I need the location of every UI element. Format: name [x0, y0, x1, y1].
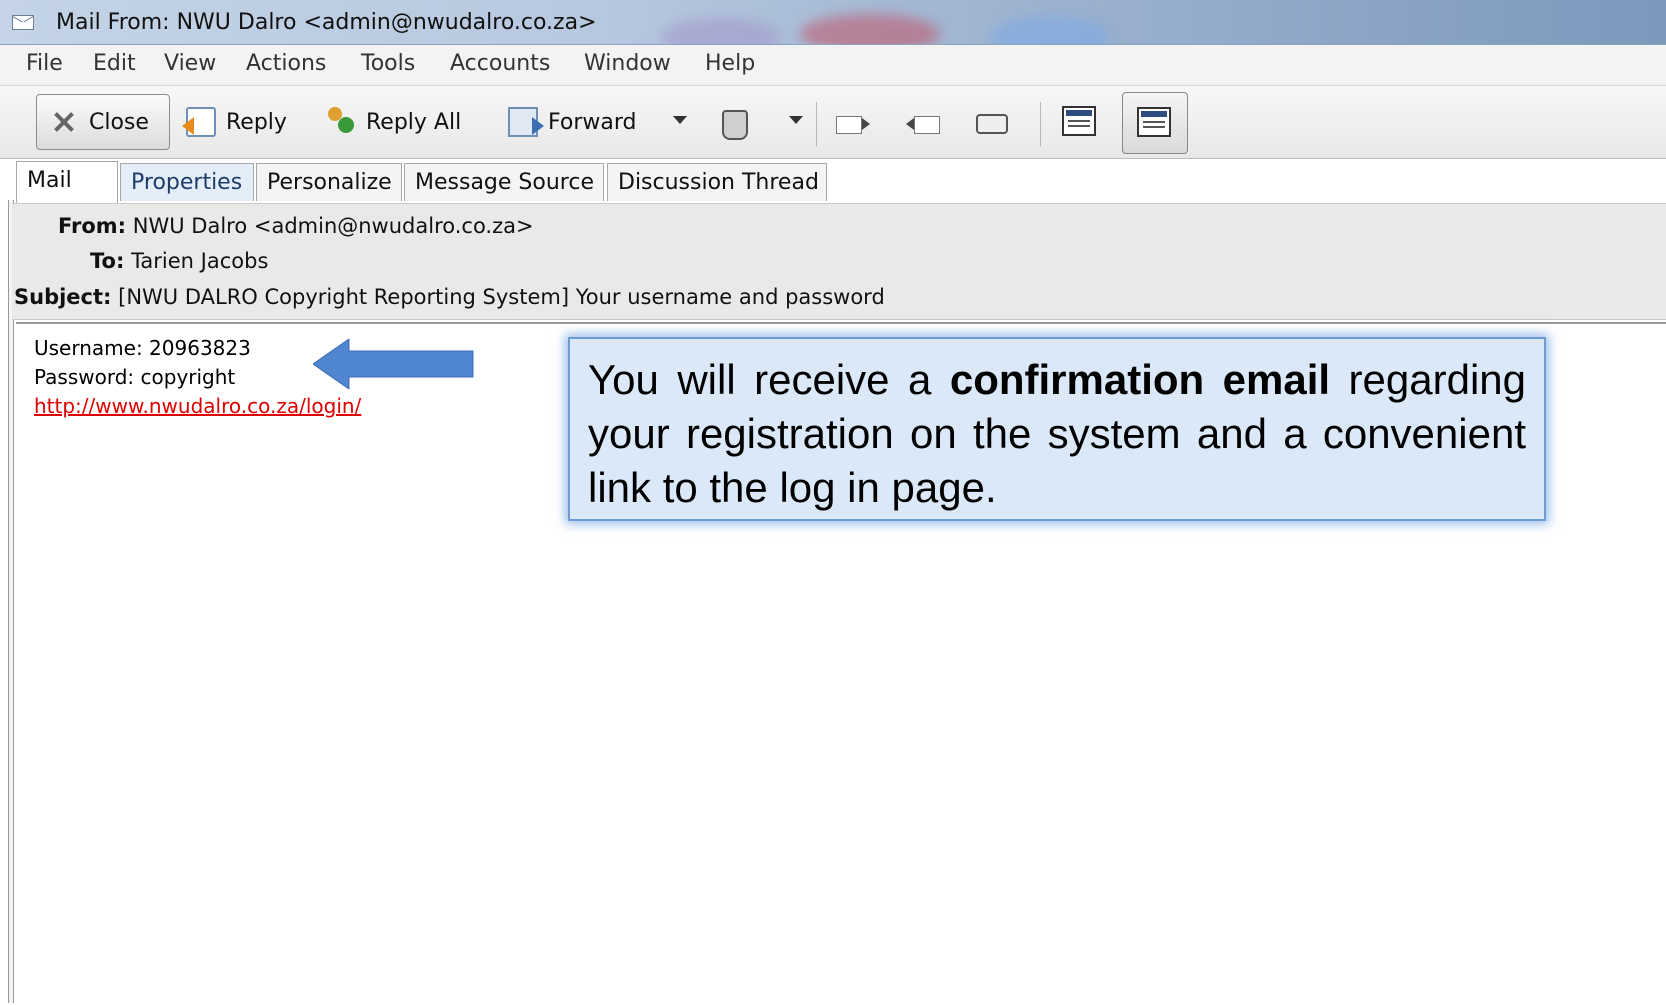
- close-button[interactable]: Close: [36, 94, 170, 150]
- username-line: Username: 20963823: [34, 336, 251, 360]
- from-label: From:: [58, 214, 127, 238]
- instruction-callout: You will receive a confirmation email re…: [568, 337, 1546, 521]
- toolbar: Close Reply Reply All Forward: [0, 86, 1666, 159]
- callout-text-start: You will receive a: [588, 356, 950, 403]
- to-value[interactable]: Tarien Jacobs: [131, 249, 268, 273]
- print-icon[interactable]: [976, 110, 1008, 136]
- close-button-label: Close: [89, 109, 149, 135]
- title-bar-decoration: [990, 16, 1110, 44]
- menu-view[interactable]: View: [164, 51, 216, 76]
- tab-message-source[interactable]: Message Source: [404, 163, 604, 201]
- window-left-border: [8, 200, 14, 1003]
- menu-tools[interactable]: Tools: [361, 51, 415, 76]
- title-bar-decoration: [800, 14, 940, 44]
- password-line: Password: copyright: [34, 365, 236, 389]
- pointer-arrow-icon: [313, 339, 474, 389]
- from-value[interactable]: NWU Dalro <admin@nwudalro.co.za>: [133, 214, 534, 238]
- mail-envelope-icon: [12, 15, 34, 30]
- toolbar-separator: [816, 102, 817, 146]
- message-header: From: NWU Dalro <admin@nwudalro.co.za> T…: [12, 203, 1666, 320]
- forward-dropdown-icon[interactable]: [673, 116, 687, 124]
- tab-personalize[interactable]: Personalize: [256, 163, 402, 201]
- tab-mail[interactable]: Mail: [16, 161, 118, 203]
- next-message-icon[interactable]: [836, 110, 870, 136]
- to-row: To: Tarien Jacobs: [90, 249, 268, 273]
- reply-all-button-label: Reply All: [366, 109, 462, 135]
- title-bar: Mail From: NWU Dalro <admin@nwudalro.co.…: [0, 0, 1666, 45]
- menu-bar: File Edit View Actions Tools Accounts Wi…: [0, 45, 1666, 86]
- callout-text-bold: confirmation email: [949, 356, 1331, 403]
- reply-all-icon: [326, 107, 356, 137]
- title-bar-decoration: [660, 18, 780, 44]
- subject-row: Subject: [NWU DALRO Copyright Reporting …: [14, 285, 885, 309]
- forward-icon: [508, 107, 544, 137]
- forward-button[interactable]: Forward: [508, 94, 636, 150]
- toolbar-separator: [1040, 102, 1041, 146]
- subject-value: [NWU DALRO Copyright Reporting System] Y…: [118, 285, 885, 309]
- reply-button[interactable]: Reply: [182, 94, 287, 150]
- reply-button-label: Reply: [226, 109, 287, 135]
- menu-accounts[interactable]: Accounts: [450, 51, 550, 76]
- full-headers-toggle-button[interactable]: [1122, 92, 1188, 154]
- full-headers-view-icon: [1137, 107, 1171, 137]
- menu-help[interactable]: Help: [705, 51, 755, 76]
- from-row: From: NWU Dalro <admin@nwudalro.co.za>: [58, 214, 534, 238]
- delete-icon[interactable]: [722, 110, 748, 140]
- delete-dropdown-icon[interactable]: [789, 116, 803, 124]
- menu-window[interactable]: Window: [584, 51, 671, 76]
- to-label: To:: [90, 249, 125, 273]
- menu-edit[interactable]: Edit: [93, 51, 136, 76]
- login-link[interactable]: http://www.nwudalro.co.za/login/: [34, 394, 361, 418]
- headers-view-icon[interactable]: [1062, 106, 1096, 136]
- reply-icon: [182, 107, 216, 137]
- window-title: Mail From: NWU Dalro <admin@nwudalro.co.…: [56, 10, 597, 35]
- menu-file[interactable]: File: [26, 51, 63, 76]
- tab-properties[interactable]: Properties: [120, 163, 254, 201]
- tab-strip: Mail Properties Personalize Message Sour…: [0, 159, 1666, 203]
- close-icon: [49, 107, 79, 137]
- reply-all-button[interactable]: Reply All: [326, 94, 461, 150]
- tab-discussion-thread[interactable]: Discussion Thread: [607, 163, 827, 201]
- subject-label: Subject:: [14, 285, 112, 309]
- forward-button-label: Forward: [548, 109, 637, 135]
- menu-actions[interactable]: Actions: [246, 51, 326, 76]
- previous-message-icon[interactable]: [906, 110, 940, 136]
